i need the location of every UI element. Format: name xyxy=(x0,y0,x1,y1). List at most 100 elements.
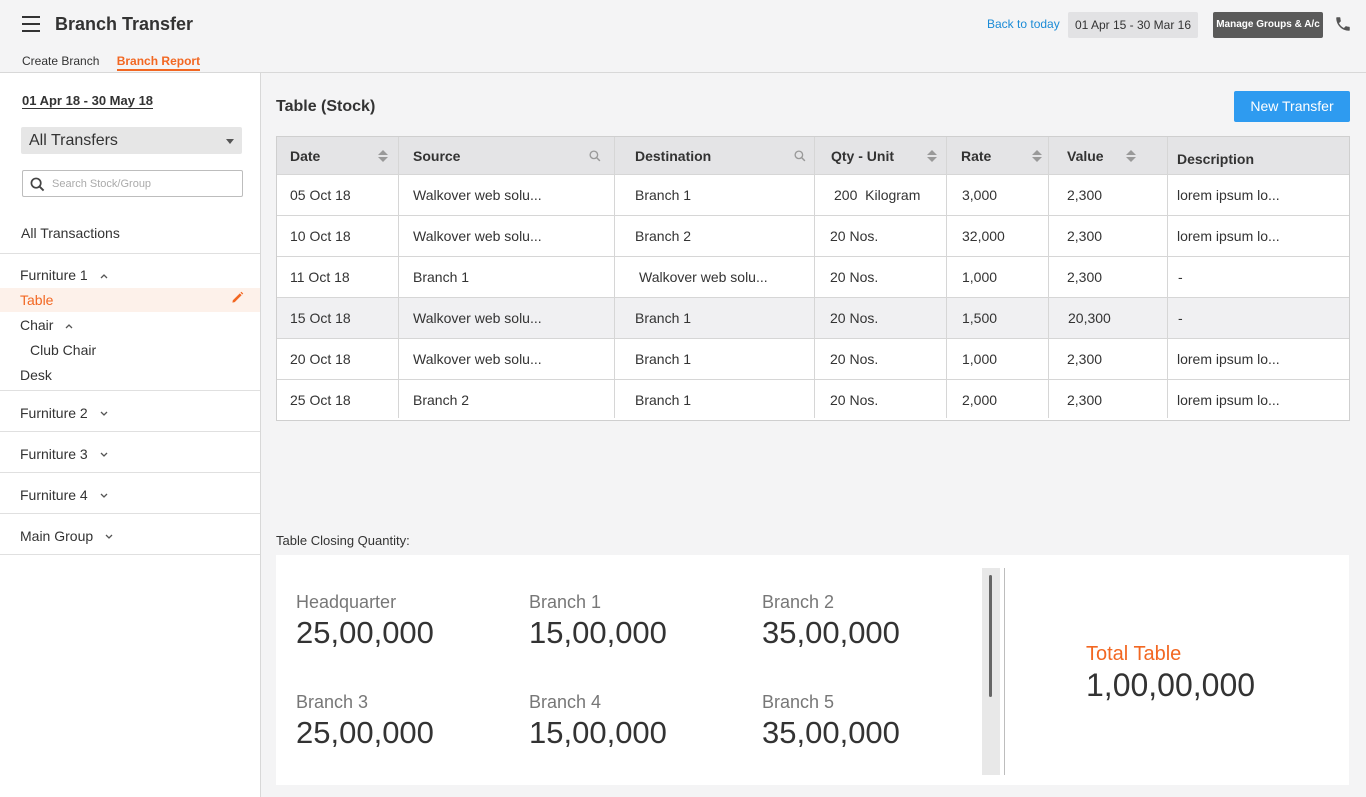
sort-icon[interactable] xyxy=(378,150,388,162)
column-header-destination[interactable]: Destination xyxy=(635,137,711,174)
phone-icon[interactable] xyxy=(1334,15,1352,33)
back-to-today-link[interactable]: Back to today xyxy=(987,17,1060,31)
manage-groups-button[interactable]: Manage Groups & A/c xyxy=(1213,12,1323,38)
column-header-source[interactable]: Source xyxy=(413,137,460,174)
tree-group-label: Furniture 3 xyxy=(20,446,88,462)
cell-rate: 3,000 xyxy=(962,187,998,203)
divider xyxy=(0,253,260,254)
divider xyxy=(0,513,260,514)
tree-group-label: Furniture 4 xyxy=(20,487,88,503)
cell-description: - xyxy=(1178,269,1183,285)
column-divider xyxy=(1167,137,1168,418)
transfer-table: Date Source Destination Qty - Unit Rate … xyxy=(276,136,1350,421)
table-row[interactable]: 10 Oct 18 Walkover web solu... Branch 2 … xyxy=(277,215,1349,256)
menu-icon[interactable] xyxy=(22,16,40,32)
tree-group-furniture-4[interactable]: Furniture 4 xyxy=(20,487,108,503)
caret-down-icon xyxy=(226,139,234,144)
cell-rate: 1,000 xyxy=(962,269,998,285)
chevron-down-icon xyxy=(100,411,108,417)
chevron-down-icon xyxy=(105,534,113,540)
cell-rate: 1,500 xyxy=(962,310,998,326)
column-divider xyxy=(814,137,815,418)
tab-branch-report[interactable]: Branch Report xyxy=(116,54,201,71)
cell-source: Walkover web solu... xyxy=(413,228,542,244)
tree-group-furniture-3[interactable]: Furniture 3 xyxy=(20,446,108,462)
transfer-filter-value: All Transfers xyxy=(29,132,118,149)
stock-search-field[interactable] xyxy=(22,170,243,197)
column-header-value[interactable]: Value xyxy=(1067,137,1104,174)
sort-icon[interactable] xyxy=(1032,150,1042,162)
top-header: Branch Transfer Create Branch Branch Rep… xyxy=(0,0,1366,73)
stock-title: Table (Stock) xyxy=(276,98,376,115)
cell-date: 25 Oct 18 xyxy=(290,392,351,408)
total-value: 1,00,00,000 xyxy=(1086,667,1256,703)
tree-group-label: Chair xyxy=(20,317,54,333)
table-row[interactable]: 11 Oct 18 Branch 1 Walkover web solu... … xyxy=(277,256,1349,297)
stock-search-input[interactable] xyxy=(52,175,237,193)
tree-group-furniture-1[interactable]: Furniture 1 xyxy=(20,267,108,283)
tree-group-main-group[interactable]: Main Group xyxy=(20,528,113,544)
branch-stat-label: Branch 3 xyxy=(296,692,369,712)
page-title: Branch Transfer xyxy=(55,14,194,34)
divider xyxy=(0,554,260,555)
tree-group-label: Furniture 1 xyxy=(20,267,88,283)
column-divider xyxy=(1048,137,1049,418)
tree-group-furniture-2[interactable]: Furniture 2 xyxy=(20,405,108,421)
column-header-qty-unit[interactable]: Qty - Unit xyxy=(831,137,894,174)
branch-stat-label: Branch 4 xyxy=(529,692,602,712)
branch-stat-value: 35,00,000 xyxy=(762,715,900,750)
branch-stat-label: Branch 2 xyxy=(762,592,835,612)
cell-date: 20 Oct 18 xyxy=(290,351,351,367)
cell-destination: Branch 1 xyxy=(635,392,692,408)
cell-source: Walkover web solu... xyxy=(413,310,542,326)
tab-create-branch[interactable]: Create Branch xyxy=(22,54,99,68)
sidebar-date-range[interactable]: 01 Apr 18 - 30 May 18 xyxy=(22,93,154,109)
search-icon xyxy=(30,177,45,192)
scrollbar-thumb[interactable] xyxy=(989,575,992,697)
cell-description: lorem ipsum lo... xyxy=(1177,392,1280,408)
cell-rate: 2,000 xyxy=(962,392,998,408)
cell-source: Walkover web solu... xyxy=(413,351,542,367)
all-transactions-link[interactable]: All Transactions xyxy=(21,225,120,241)
chevron-up-icon xyxy=(100,274,108,279)
cell-destination: Branch 2 xyxy=(635,228,692,244)
table-row[interactable]: 05 Oct 18 Walkover web solu... Branch 1 … xyxy=(277,174,1349,215)
tree-item-club-chair[interactable]: Club Chair xyxy=(30,342,96,358)
tree-item-table[interactable]: Table xyxy=(20,292,53,308)
column-header-date[interactable]: Date xyxy=(290,137,320,174)
cell-rate: 1,000 xyxy=(962,351,998,367)
cell-qty-unit: 200 Kilogram xyxy=(834,187,921,203)
total-label: Total Table xyxy=(1086,643,1182,665)
table-row[interactable]: 20 Oct 18 Walkover web solu... Branch 1 … xyxy=(277,338,1349,379)
branch-stat-value: 15,00,000 xyxy=(529,615,667,650)
column-header-description: Description xyxy=(1177,150,1255,167)
tree-group-label: Main Group xyxy=(20,528,94,544)
cell-destination: Branch 1 xyxy=(635,310,692,326)
cell-qty-unit: 20 Nos. xyxy=(830,228,879,244)
date-range-picker[interactable]: 01 Apr 15 - 30 Mar 16 xyxy=(1068,12,1198,38)
table-row[interactable]: 25 Oct 18 Branch 2 Branch 1 20 Nos. 2,00… xyxy=(277,379,1349,420)
cell-destination: Branch 1 xyxy=(635,351,692,367)
search-icon[interactable] xyxy=(589,150,601,162)
cell-value: 2,300 xyxy=(1067,351,1103,367)
tree-group-chair[interactable]: Chair xyxy=(20,317,73,333)
cell-source: Walkover web solu... xyxy=(413,187,542,203)
tree-item-desk[interactable]: Desk xyxy=(20,367,52,383)
branch-stat-value: 15,00,000 xyxy=(529,715,667,750)
sort-icon[interactable] xyxy=(1126,150,1136,162)
column-divider xyxy=(946,137,947,418)
cell-description: lorem ipsum lo... xyxy=(1177,228,1280,244)
new-transfer-button[interactable]: New Transfer xyxy=(1234,91,1350,122)
sidebar: 01 Apr 18 - 30 May 18 All Transfers All … xyxy=(0,73,261,797)
divider xyxy=(1004,568,1005,775)
divider xyxy=(0,431,260,432)
branch-stat-value: 25,00,000 xyxy=(296,615,434,650)
sort-icon[interactable] xyxy=(927,150,937,162)
column-header-rate[interactable]: Rate xyxy=(961,137,991,174)
search-icon[interactable] xyxy=(794,150,806,162)
cell-destination: Walkover web solu... xyxy=(639,269,768,285)
column-divider xyxy=(398,137,399,418)
transfer-filter-select[interactable]: All Transfers xyxy=(21,127,242,154)
edit-icon[interactable] xyxy=(231,291,244,304)
table-row[interactable]: 15 Oct 18 Walkover web solu... Branch 1 … xyxy=(277,297,1349,338)
